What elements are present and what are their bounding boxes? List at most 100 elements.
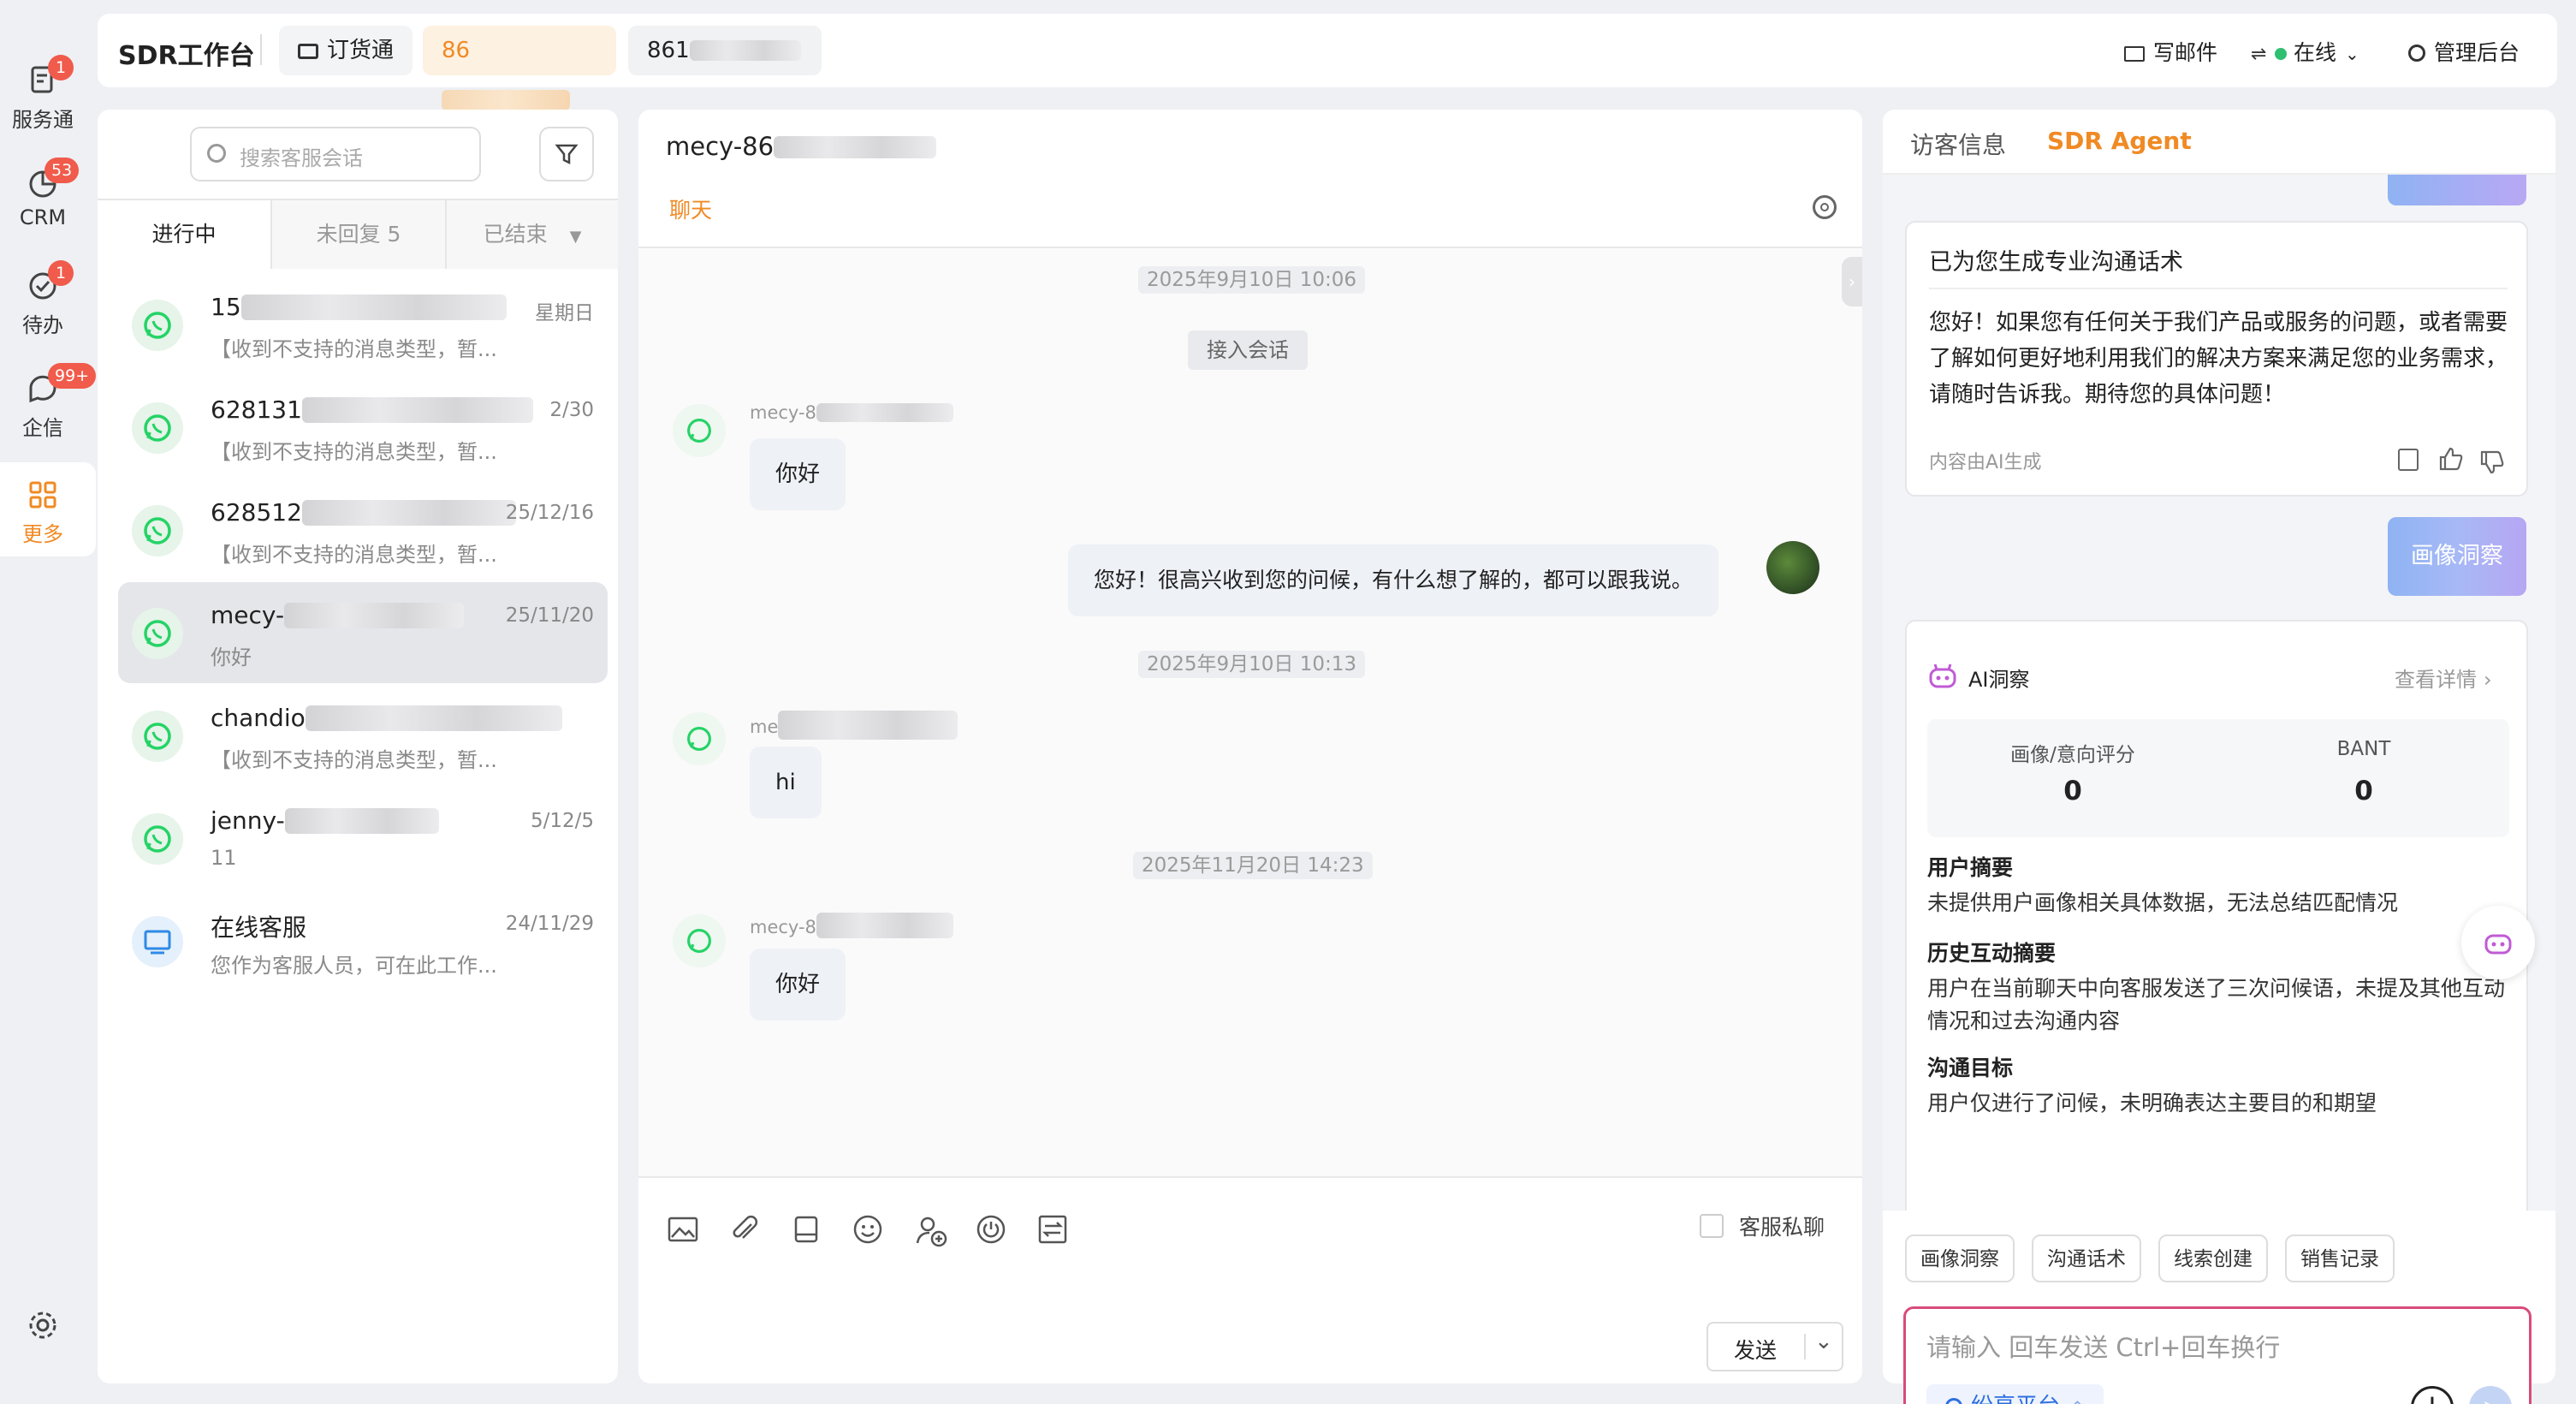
conversation-item[interactable]: 628131 2/30 【收到不支持的消息类型，暂... (118, 377, 608, 478)
phone-tab-1[interactable]: 86 (423, 26, 616, 110)
conversation-preview: 【收到不支持的消息类型，暂... (211, 337, 497, 361)
conversation-time: 25/12/16 (505, 502, 594, 524)
agent-panel: 访客信息 SDR Agent 已为您生成专业沟通话术 您好！如果您有任何关于我们… (1883, 110, 2555, 1404)
emoji-icon[interactable] (851, 1212, 885, 1246)
chat-settings-icon[interactable] (1813, 195, 1837, 219)
filter-button[interactable] (539, 127, 594, 181)
drive-icon[interactable] (789, 1212, 823, 1246)
tab-sdr-agent[interactable]: SDR Agent (2047, 127, 2192, 155)
section-text: 用户在当前聊天中向客服发送了三次问候语，未提及其他互动情况和过去沟通内容 (1927, 976, 2506, 1033)
copy-icon[interactable] (2398, 449, 2419, 471)
conversation-item-active[interactable]: mecy- 25/11/20 你好 (118, 582, 608, 683)
chip-sales-record[interactable]: 销售记录 (2285, 1234, 2395, 1282)
chip-talk-script[interactable]: 沟通话术 (2032, 1234, 2141, 1282)
order-button-label: 订货通 (327, 38, 395, 63)
conversation-preview: 【收到不支持的消息类型，暂... (211, 440, 497, 464)
tab-ended[interactable]: 已结束 ▼ (445, 200, 618, 269)
order-button[interactable]: 订货通 (279, 26, 413, 75)
conversation-name: chandio (211, 704, 562, 732)
agent-avatar (1766, 541, 1819, 594)
power-icon[interactable] (974, 1212, 1008, 1246)
attachment-icon[interactable] (727, 1212, 762, 1246)
private-chat-checkbox[interactable] (1700, 1214, 1724, 1238)
tab-visitor-info[interactable]: 访客信息 (1910, 127, 2006, 161)
image-icon[interactable] (666, 1212, 700, 1246)
collapse-handle[interactable]: › (1842, 257, 1862, 306)
write-mail-button[interactable]: 写邮件 (2124, 36, 2217, 67)
send-plane-icon[interactable]: ➤ (2469, 1386, 2512, 1404)
ai-script-card: 已为您生成专业沟通话术 您好！如果您有任何关于我们产品或服务的问题，或者需要了解… (1905, 221, 2528, 497)
conversation-item[interactable]: 15 星期日 【收到不支持的消息类型，暂... (118, 274, 608, 375)
mail-icon (2124, 46, 2145, 62)
nav-label: 企信 (22, 416, 63, 440)
insight-card: AI洞察 查看详情 › 画像/意向评分 0 BANT 0 用户摘要 未提供用户画像… (1905, 620, 2528, 1211)
nav-fuwutong[interactable]: 服务通 1 (0, 55, 86, 133)
tab-unreplied[interactable]: 未回复 5 (270, 200, 445, 269)
nav-badge: 99+ (48, 363, 97, 389)
nav-label: CRM (19, 205, 67, 229)
insight-title: AI洞察 (1968, 668, 2030, 692)
tab-chat[interactable]: 聊天 (669, 193, 712, 224)
search-icon (1945, 1398, 1962, 1404)
message-bubble: 你好 (750, 949, 846, 1020)
private-chat-label: 客服私聊 (1739, 1215, 1825, 1240)
status-dropdown[interactable]: ⇌ 在线 ⌄ (2251, 36, 2359, 67)
conversation-item[interactable]: chandio 【收到不支持的消息类型，暂... (118, 685, 608, 786)
timestamp: 2025年9月10日 10:13 (1138, 651, 1366, 678)
score2-label: BANT (2336, 738, 2391, 760)
conversation-item[interactable]: 在线客服 24/11/29 您作为客服人员，可在此工作... (118, 890, 608, 991)
nav-label: 更多 (22, 522, 63, 546)
thumbs-down-icon[interactable] (2478, 449, 2506, 476)
conversation-name: 628512 (211, 498, 516, 526)
nav-label: 服务通 (12, 108, 74, 132)
nav-todo[interactable]: 待办 1 (0, 260, 86, 338)
thumbs-up-icon[interactable] (2437, 445, 2465, 473)
view-detail-link[interactable]: 查看详情 › (2395, 663, 2492, 693)
nav-more-active[interactable]: 更多 (0, 462, 96, 556)
write-mail-label: 写邮件 (2153, 40, 2218, 65)
score1-value: 0 (2063, 776, 2082, 806)
search-placeholder: 搜索客服会话 (240, 146, 363, 170)
platform-selector[interactable]: 纷享平台 ⌃ (1926, 1384, 2104, 1404)
conversation-preview: 您作为客服人员，可在此工作... (211, 954, 497, 978)
top-bar: SDR工作台 订货通 86 861 写邮件 ⇌ 在线 ⌄ 管理后台 (98, 14, 2557, 110)
user-bubble: 画像洞察 (2388, 517, 2526, 596)
nav-qixin[interactable]: 企信 99+ (0, 363, 97, 441)
sender-name: mecy-8 (750, 913, 953, 938)
chevron-down-icon[interactable]: ⌄ (1814, 1329, 1833, 1354)
section-text: 未提供用户画像相关具体数据，无法总结匹配情况 (1927, 890, 2399, 915)
whatsapp-icon (132, 505, 183, 556)
conversation-panel: 搜索客服会话 进行中 未回复 5 已结束 ▼ 15 星期日 【收到不支持的消息类型… (98, 110, 618, 1383)
search-icon (207, 144, 226, 163)
app-title: SDR工作台 (118, 41, 255, 71)
phone-tab-2[interactable]: 861 (628, 26, 822, 75)
add-user-icon[interactable] (912, 1212, 950, 1250)
conversation-preview: 11 (211, 846, 237, 870)
agent-scroll-area[interactable]: 已为您生成专业沟通话术 您好！如果您有任何关于我们产品或服务的问题，或者需要了解… (1883, 175, 2555, 1211)
settings-gear-icon[interactable] (26, 1308, 60, 1342)
composer: 客服私聊 发送 ⌄ (638, 1176, 1862, 1383)
add-circle-icon[interactable]: + (2411, 1386, 2454, 1404)
admin-button[interactable]: 管理后台 (2408, 36, 2520, 67)
agent-input-box[interactable]: 请输入 回车发送 Ctrl+回车换行 纷享平台 ⌃ + ➤ (1903, 1306, 2531, 1404)
send-divider (1804, 1334, 1806, 1359)
conversation-item[interactable]: 628512 25/12/16 【收到不支持的消息类型，暂... (118, 479, 608, 580)
nav-crm[interactable]: CRM 53 (0, 158, 86, 229)
nav-badge: 53 (45, 158, 80, 183)
section-heading: 用户摘要 (1927, 855, 2014, 880)
tab-ongoing[interactable]: 进行中 (98, 200, 270, 271)
status-label: 在线 (2294, 40, 2337, 65)
search-box[interactable]: 搜索客服会话 (190, 127, 481, 181)
conversation-time: 星期日 (535, 302, 594, 324)
chip-profile-insight[interactable]: 画像洞察 (1905, 1234, 2015, 1282)
chip-lead-create[interactable]: 线索创建 (2158, 1234, 2268, 1282)
conversation-item[interactable]: jenny- 5/12/5 11 (118, 788, 608, 889)
quick-reply-icon[interactable] (1036, 1212, 1070, 1246)
phone-tab-label: 861 (647, 38, 690, 63)
nav-badge: 1 (48, 55, 74, 80)
send-button[interactable]: 发送 ⌄ (1706, 1322, 1843, 1371)
floating-robot-button[interactable] (2461, 906, 2535, 979)
phone-tab-label: 86 (442, 38, 471, 63)
nav-badge: 1 (48, 260, 74, 286)
section-heading: 沟通目标 (1927, 1056, 2014, 1080)
